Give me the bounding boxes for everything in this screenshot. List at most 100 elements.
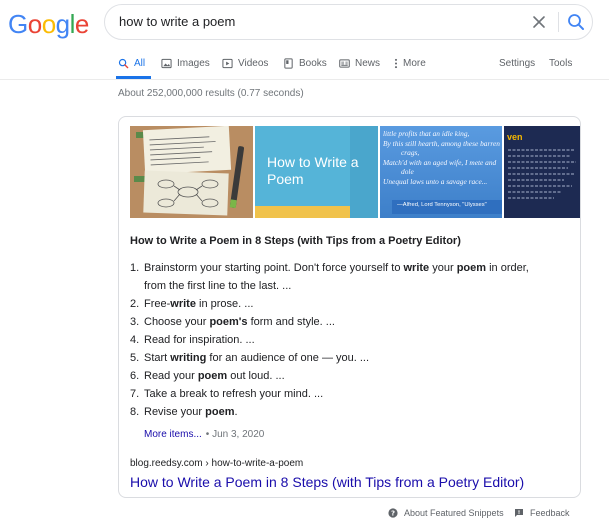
book-icon xyxy=(284,57,293,69)
thumbnail-quote-image[interactable]: little profits that an idle king, By thi… xyxy=(380,126,502,218)
search-box xyxy=(104,4,593,40)
step-keyword: poem xyxy=(456,262,487,274)
tab-label: Images xyxy=(177,57,210,69)
step-text: in order, xyxy=(486,262,529,274)
tab-label: All xyxy=(134,57,146,69)
thumbnail-notebook-image[interactable] xyxy=(130,126,253,218)
tab-videos[interactable]: Videos xyxy=(222,50,268,76)
step-keyword: poem xyxy=(197,370,228,382)
step-text: Choose your xyxy=(144,316,210,328)
step-text: Read for inspiration. ... xyxy=(144,334,255,346)
step-number: 2. xyxy=(130,298,140,310)
tab-settings[interactable]: Settings xyxy=(499,50,535,76)
dark-page-text-lines xyxy=(508,149,576,199)
snippet-step: 8. Revise your poem. xyxy=(130,403,570,421)
step-keyword: write xyxy=(403,262,430,274)
step-keyword: write xyxy=(170,298,196,310)
snippet-step: 4. Read for inspiration. ... xyxy=(130,331,570,349)
settings-label: Settings xyxy=(499,57,536,69)
more-vertical-icon xyxy=(394,58,398,68)
quote-line: Match'd with an aged wife, I mete and xyxy=(383,157,497,167)
snippet-step: 7. Take a break to refresh your mind. ... xyxy=(130,385,570,403)
tab-books[interactable]: Books xyxy=(283,50,327,76)
tab-more[interactable]: More xyxy=(393,50,426,76)
tab-label: News xyxy=(355,57,381,69)
google-logo[interactable]: Google xyxy=(8,9,89,39)
search-input[interactable] xyxy=(119,5,519,39)
about-featured-snippets-link[interactable]: ? About Featured Snippets xyxy=(388,508,504,518)
step-number: 7. xyxy=(130,388,140,400)
quote-text: little profits that an idle king, By thi… xyxy=(383,129,502,187)
step-text: Take a break to refresh your mind. ... xyxy=(144,388,324,400)
clear-icon[interactable] xyxy=(530,13,548,31)
search-tabs: All Images Videos Books News More Settin… xyxy=(0,50,609,80)
tab-all[interactable]: All xyxy=(118,50,145,76)
tab-news[interactable]: News xyxy=(339,50,380,76)
tab-images[interactable]: Images xyxy=(161,50,210,76)
snippet-step: 3. Choose your poem's form and style. ... xyxy=(130,313,570,331)
step-text: from the first line to the last. ... xyxy=(144,280,292,292)
snippet-step: 6. Read your poem out loud. ... xyxy=(130,367,570,385)
tabs-divider xyxy=(0,79,609,80)
step-text: Read your xyxy=(144,370,198,382)
feedback-label: Feedback xyxy=(530,508,570,518)
quote-line: By this still hearth, among these barren xyxy=(383,138,500,148)
step-text: form and style. ... xyxy=(247,316,335,328)
step-keyword: writing xyxy=(170,352,207,364)
thumbnail-title-image[interactable]: How to Write a Poem xyxy=(255,126,378,218)
result-stats: About 252,000,000 results (0.77 seconds) xyxy=(118,88,304,99)
feedback-link[interactable]: Feedback xyxy=(514,508,570,518)
tab-tools[interactable]: Tools xyxy=(549,50,572,76)
step-text: out loud. ... xyxy=(227,370,285,382)
step-number: 4. xyxy=(130,334,140,346)
snippet-steps-list: 1. Brainstorm your starting point. Don't … xyxy=(130,259,570,421)
image-icon xyxy=(161,58,172,68)
logo-letter: o xyxy=(27,9,42,39)
quote-line: dole xyxy=(401,167,414,177)
search-icon[interactable] xyxy=(566,12,586,32)
snippet-step: 1. Brainstorm your starting point. Don't … xyxy=(130,259,570,295)
quote-line: little profits that an idle king, xyxy=(383,129,470,138)
tools-label: Tools xyxy=(549,57,573,69)
step-number: 1. xyxy=(130,262,140,274)
snippet-title: How to Write a Poem in 8 Steps (with Tip… xyxy=(130,235,461,247)
step-text: Free- xyxy=(144,298,171,310)
result-title-link[interactable]: How to Write a Poem in 8 Steps (with Tip… xyxy=(130,474,524,490)
search-divider xyxy=(558,12,559,32)
help-icon: ? xyxy=(388,508,398,518)
notebook-illustration xyxy=(130,126,253,218)
step-number: 8. xyxy=(130,406,140,418)
logo-letter: e xyxy=(74,9,89,39)
thumbnail-title-text: How to Write a Poem xyxy=(267,154,359,187)
tab-label: More xyxy=(403,57,426,69)
svg-text:?: ? xyxy=(391,510,395,518)
step-text: Start xyxy=(144,352,171,364)
video-icon xyxy=(222,58,233,68)
step-text: Revise your xyxy=(144,406,206,418)
step-number: 6. xyxy=(130,370,140,382)
step-text: in prose. ... xyxy=(195,298,254,310)
step-number: 3. xyxy=(130,316,140,328)
logo-letter: o xyxy=(41,9,56,39)
logo-letter: g xyxy=(55,9,70,39)
step-number: 5. xyxy=(130,352,140,364)
step-keyword: poem xyxy=(205,406,235,418)
quote-line: Unequal laws unto a savage race... xyxy=(383,176,488,186)
step-text: Brainstorm your starting point. Don't fo… xyxy=(144,262,404,274)
snippet-footer: ? About Featured Snippets Feedback xyxy=(118,505,581,525)
about-label: About Featured Snippets xyxy=(404,508,504,518)
more-items-row: More items... • Jun 3, 2020 xyxy=(144,429,264,440)
snippet-step: 5. Start writing for an audience of one —… xyxy=(130,349,570,367)
featured-snippet-card: How to Write a Poem little profits that … xyxy=(118,116,581,498)
quote-attribution: —Alfred, Lord Tennyson, "Ulysses" xyxy=(397,202,487,208)
step-keyword: poem's xyxy=(209,316,248,328)
step-text: for an audience of one — you. ... xyxy=(206,352,370,364)
more-items-link[interactable]: More items... xyxy=(144,429,202,440)
step-text: . xyxy=(234,406,238,418)
feedback-icon xyxy=(515,509,523,517)
quote-line: crags, xyxy=(401,148,420,158)
search-icon xyxy=(118,58,129,68)
thumbnail-dark-image[interactable]: ven xyxy=(504,126,580,218)
tab-label: Videos xyxy=(238,57,269,69)
step-text: your xyxy=(429,262,457,274)
